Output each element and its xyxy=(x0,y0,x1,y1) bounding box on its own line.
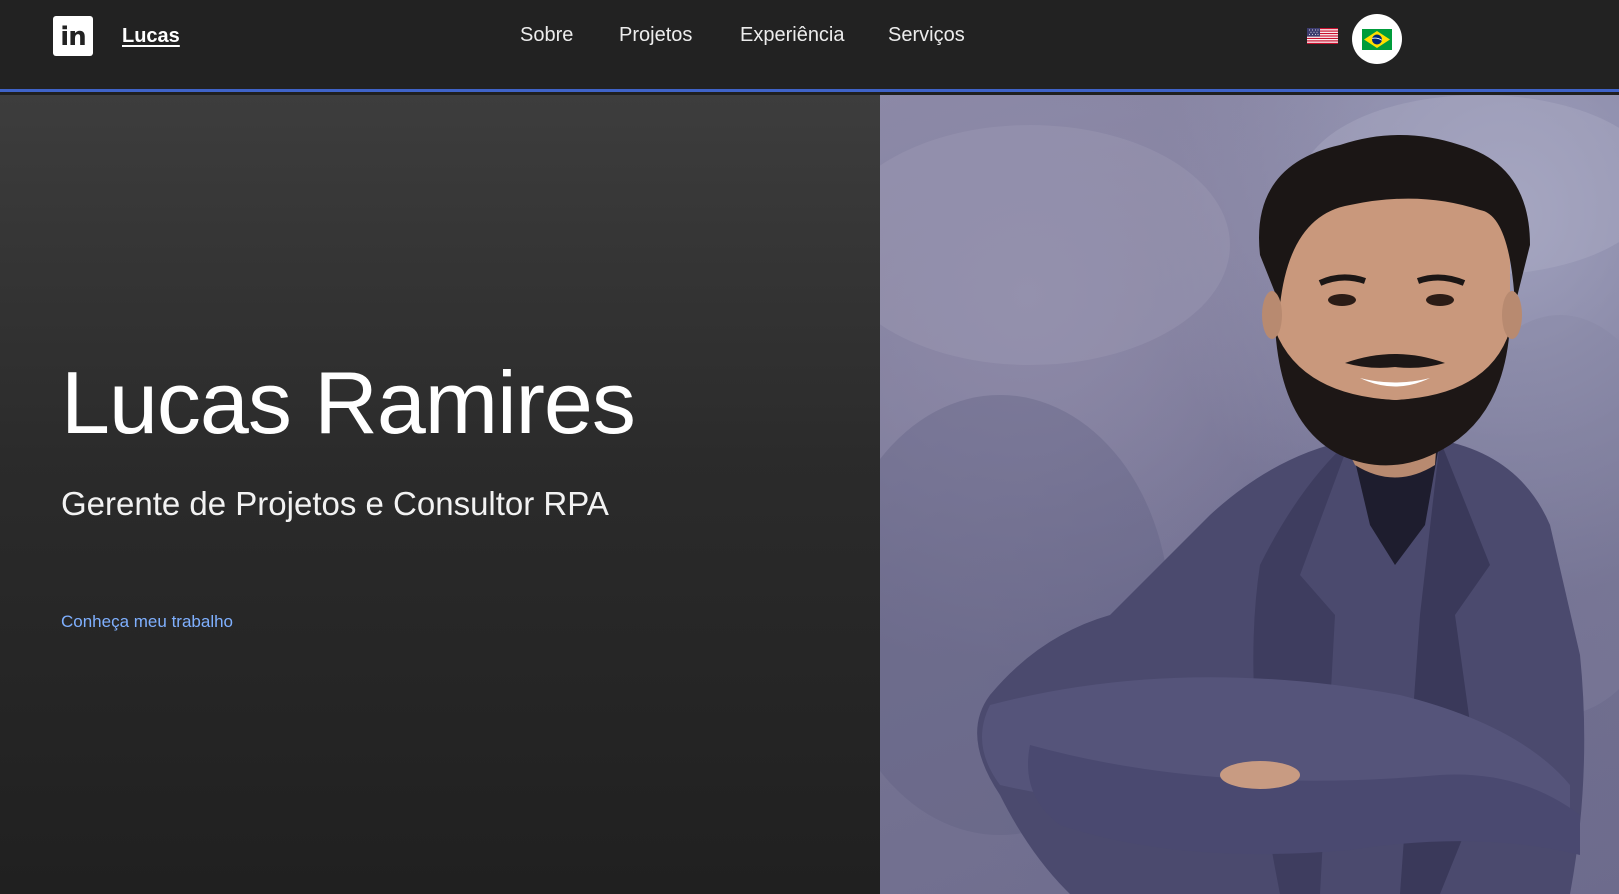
hero-name: Lucas Ramires xyxy=(61,353,636,452)
nav-item-experiencia[interactable]: Experiência xyxy=(740,24,845,47)
site-header: in Lucas Sobre Projetos Experiência Serv… xyxy=(0,0,1619,92)
hero-role: Gerente de Projetos e Consultor RPA xyxy=(61,485,609,522)
brazil-flag-icon xyxy=(1362,28,1392,50)
nav-item-projetos[interactable]: Projetos xyxy=(619,24,692,47)
portrait-photo xyxy=(880,95,1619,894)
cta-link[interactable]: Conheça meu trabalho xyxy=(61,612,233,632)
nav-item-servicos[interactable]: Serviços xyxy=(888,24,965,47)
brazil-flag-button[interactable] xyxy=(1352,14,1402,64)
us-flag-icon[interactable] xyxy=(1307,28,1338,44)
nav-item-sobre[interactable]: Sobre xyxy=(520,24,573,47)
